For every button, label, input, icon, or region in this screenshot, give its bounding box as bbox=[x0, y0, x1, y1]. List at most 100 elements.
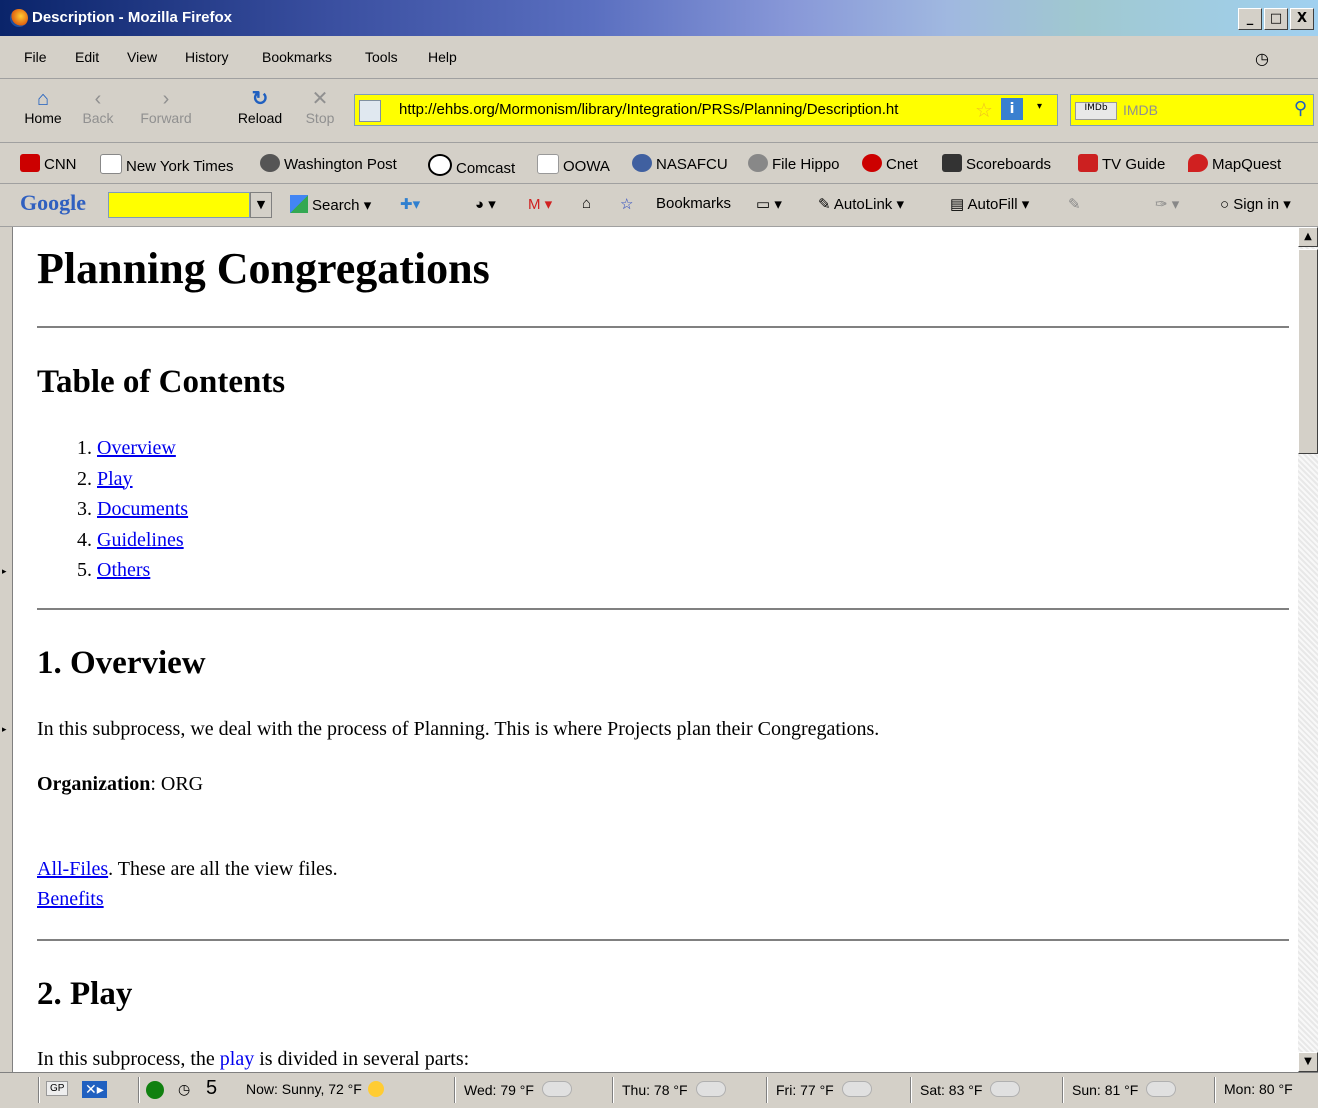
toc-link-play[interactable]: Play bbox=[97, 468, 133, 490]
search-engine-icon[interactable]: IMDb bbox=[1075, 102, 1117, 120]
overview-heading: 1. Overview bbox=[37, 645, 206, 681]
plus-icon[interactable]: ✚▾ bbox=[400, 195, 420, 213]
toc-link-guidelines[interactable]: Guidelines bbox=[97, 529, 184, 551]
bookmark-new-york-times[interactable]: New York Times bbox=[100, 154, 234, 175]
maximize-button[interactable]: □ bbox=[1264, 8, 1288, 30]
back-button[interactable]: ‹ Back bbox=[73, 88, 123, 126]
bookmark-label: MapQuest bbox=[1212, 156, 1282, 173]
bookmark-cnn[interactable]: CNN bbox=[20, 154, 77, 173]
partly-cloudy-icon bbox=[987, 1076, 1021, 1097]
bookmark-oowa[interactable]: OOWA bbox=[537, 154, 610, 175]
google-search-input[interactable] bbox=[108, 192, 250, 218]
back-arrow-icon: ‹ bbox=[94, 88, 102, 110]
weather-thu[interactable]: Thu: 78 °F bbox=[622, 1076, 726, 1098]
weather-wed[interactable]: Wed: 79 °F bbox=[464, 1076, 572, 1098]
status-bar: GP ✕▸ ◷ 5 Now: Sunny, 72 °F Wed: 79 °F T… bbox=[0, 1072, 1318, 1108]
url-bar[interactable]: http://ehbs.org/Mormonism/library/Integr… bbox=[354, 94, 1058, 126]
scroll-thumb[interactable] bbox=[1298, 249, 1318, 454]
cnn-icon bbox=[20, 154, 40, 172]
home-button[interactable]: ⌂ Home bbox=[18, 88, 68, 126]
tv-guide-icon bbox=[1078, 154, 1098, 172]
news-icon[interactable]: ◕ ▾ bbox=[475, 195, 496, 213]
play-link[interactable]: play bbox=[220, 1048, 254, 1070]
minimize-button[interactable]: _ bbox=[1238, 8, 1262, 30]
toc-item: Others bbox=[97, 555, 188, 586]
play-text: In this subprocess, the play is divided … bbox=[37, 1048, 469, 1071]
menu-tools[interactable]: Tools bbox=[365, 49, 398, 65]
page-title: Planning Congregations bbox=[37, 244, 490, 293]
stop-button[interactable]: ✕ Stop bbox=[296, 88, 344, 126]
search-placeholder[interactable]: IMDB bbox=[1123, 102, 1158, 118]
google-toolbar: Google ▼ Search ▾ ✚▾ ◕ ▾ M ▾ ⌂ ☆ Bookmar… bbox=[0, 184, 1318, 227]
green-status-icon[interactable] bbox=[146, 1081, 164, 1099]
sign-in-button[interactable]: ○ Sign in ▾ bbox=[1220, 195, 1291, 213]
vertical-scrollbar[interactable]: ▲ ▼ bbox=[1298, 227, 1318, 1072]
autofill-button[interactable]: ▤ AutoFill ▾ bbox=[950, 195, 1029, 213]
toc-item: Play bbox=[97, 464, 188, 495]
scroll-up-button[interactable]: ▲ bbox=[1298, 227, 1318, 247]
bookmark-label: Cnet bbox=[886, 156, 918, 173]
menu-file[interactable]: File bbox=[24, 49, 47, 65]
highlight-icon[interactable]: ▭ ▾ bbox=[756, 195, 782, 213]
google-search-button[interactable]: Search ▾ bbox=[290, 195, 371, 214]
divider bbox=[37, 608, 1289, 610]
grip-arrow-icon: ▸ bbox=[2, 725, 7, 735]
bookmark-mapquest[interactable]: MapQuest bbox=[1188, 154, 1281, 173]
search-bar[interactable]: IMDb IMDB ⚲ bbox=[1070, 94, 1314, 126]
toc-item: Overview bbox=[97, 433, 188, 464]
reload-button[interactable]: ↻ Reload bbox=[233, 88, 287, 126]
toc-link-others[interactable]: Others bbox=[97, 559, 150, 581]
forward-button[interactable]: › Forward bbox=[138, 88, 194, 126]
bookmark-cnet[interactable]: Cnet bbox=[862, 154, 918, 173]
weather-now[interactable]: Now: Sunny, 72 °F bbox=[246, 1081, 384, 1097]
play-heading: 2. Play bbox=[37, 976, 133, 1012]
bookmark-washington-post[interactable]: Washington Post bbox=[260, 154, 397, 173]
google-search-label: Search bbox=[312, 197, 360, 214]
menu-bookmarks[interactable]: Bookmarks bbox=[262, 49, 332, 65]
bookmark-tv-guide[interactable]: TV Guide bbox=[1078, 154, 1165, 173]
toc-link-overview[interactable]: Overview bbox=[97, 437, 176, 459]
all-files-link[interactable]: All-Files bbox=[37, 858, 108, 880]
si-icon bbox=[942, 154, 962, 172]
partly-cloudy-icon bbox=[1143, 1076, 1177, 1097]
toc-link-documents[interactable]: Documents bbox=[97, 498, 188, 520]
bookmark-star-icon[interactable]: ☆ bbox=[975, 98, 993, 122]
autolink-button[interactable]: ✎ AutoLink ▾ bbox=[818, 195, 904, 213]
bookmark-file-hippo[interactable]: File Hippo bbox=[748, 154, 840, 173]
url-text[interactable]: http://ehbs.org/Mormonism/library/Integr… bbox=[399, 101, 979, 118]
bookmark-scoreboards[interactable]: Scoreboards bbox=[942, 154, 1051, 173]
weather-sat[interactable]: Sat: 83 °F bbox=[920, 1076, 1021, 1098]
bank-icon[interactable]: ⌂ bbox=[582, 195, 591, 212]
google-search-dropdown[interactable]: ▼ bbox=[250, 192, 272, 218]
menu-edit[interactable]: Edit bbox=[75, 49, 99, 65]
clock-icon[interactable]: ◷ bbox=[178, 1081, 190, 1098]
menu-help[interactable]: Help bbox=[428, 49, 457, 65]
info-icon[interactable]: i bbox=[1001, 98, 1023, 120]
menu-history[interactable]: History bbox=[185, 49, 229, 65]
partly-cloudy-icon bbox=[692, 1076, 726, 1097]
menu-view[interactable]: View bbox=[127, 49, 157, 65]
navigation-toolbar: ⌂ Home ‹ Back › Forward ↻ Reload ✕ Stop … bbox=[0, 80, 1318, 143]
wrench-icon[interactable]: ✑ ▾ bbox=[1155, 195, 1179, 213]
gp-badge[interactable]: GP bbox=[46, 1081, 69, 1096]
bookmark-nasafcu[interactable]: NASAFCU bbox=[632, 154, 728, 173]
comcast-icon bbox=[428, 154, 452, 176]
search-icon[interactable]: ⚲ bbox=[1294, 98, 1307, 119]
scroll-down-button[interactable]: ▼ bbox=[1298, 1052, 1318, 1072]
weather-fri[interactable]: Fri: 77 °F bbox=[776, 1076, 872, 1098]
weather-sun[interactable]: Sun: 81 °F bbox=[1072, 1076, 1177, 1098]
url-dropdown-icon[interactable]: ▾ bbox=[1037, 101, 1042, 112]
play-text-post: is divided in several parts: bbox=[254, 1048, 470, 1070]
xmarks-icon[interactable]: ✕▸ bbox=[82, 1081, 107, 1098]
count-badge: 5 bbox=[206, 1077, 218, 1099]
benefits-link[interactable]: Benefits bbox=[37, 888, 104, 910]
google-bookmarks-button[interactable]: Bookmarks bbox=[656, 195, 731, 212]
close-button[interactable]: X bbox=[1290, 8, 1314, 30]
sidebar-grip[interactable]: ▸ ▸ bbox=[0, 227, 10, 1072]
weather-mon[interactable]: Mon: 80 °F bbox=[1224, 1081, 1293, 1097]
pencil-icon[interactable]: ✎ bbox=[1068, 195, 1081, 213]
bookmark-comcast[interactable]: Comcast bbox=[428, 154, 515, 177]
gmail-icon[interactable]: M ▾ bbox=[528, 195, 552, 213]
weather-sun-label: Sun: 81 °F bbox=[1072, 1082, 1139, 1098]
partly-cloudy-icon bbox=[838, 1076, 872, 1097]
